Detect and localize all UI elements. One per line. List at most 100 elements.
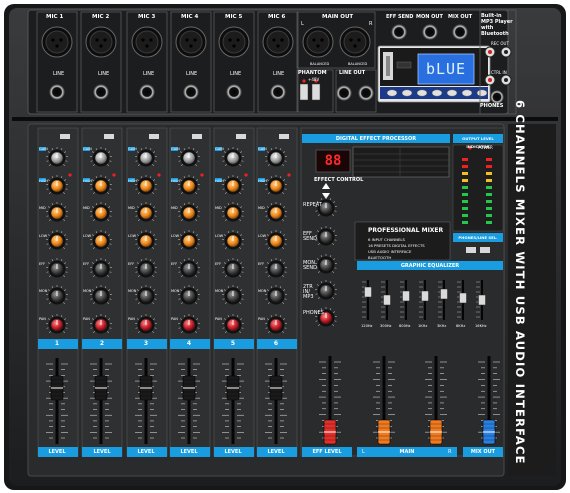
side-title: 6 CHANNELS MIXER WITH USB AUDIO INTERFAC… <box>513 100 527 465</box>
meter-l-led-3 <box>462 172 468 175</box>
main-out-l-xlr[interactable] <box>306 30 330 54</box>
effect-knob-label-mon-send: MON SEND <box>303 260 317 271</box>
meter-l-led-8 <box>462 207 468 210</box>
meter-l-led-2 <box>462 165 468 168</box>
line-3-label: LINE <box>143 71 155 77</box>
channel-4-level-label: LEVEL <box>180 449 198 455</box>
channel-5-mute-button[interactable] <box>236 134 246 139</box>
channel-6-number: 6 <box>273 340 279 347</box>
mic-6-xlr-input[interactable] <box>266 30 290 54</box>
meter-r-led-8 <box>486 207 492 210</box>
phantom-switch-2[interactable] <box>311 83 321 101</box>
eq-slider-3[interactable] <box>402 290 410 302</box>
channel-5-level-label: LEVEL <box>224 449 242 455</box>
channel-3-level-label: LEVEL <box>137 449 155 455</box>
channel-1-mute-button[interactable] <box>60 134 70 139</box>
meter-r-led-10 <box>486 221 492 224</box>
mix-out-jack[interactable] <box>452 24 468 40</box>
channel-1-eff-label: EFF <box>39 262 46 266</box>
main-out-r-label: R <box>369 21 373 27</box>
ctrl-in-label: CTRL IN <box>491 70 507 75</box>
line-3-jack-input[interactable] <box>139 84 155 100</box>
mic-1-xlr-input[interactable] <box>45 30 69 54</box>
channel-3-mute-button[interactable] <box>149 134 159 139</box>
channel-6-low-label: LOW <box>258 234 267 238</box>
channel-2-mon-label: MON <box>83 289 92 293</box>
channel-6-level-label: LEVEL <box>267 449 285 455</box>
eq-slider-7[interactable] <box>478 294 486 306</box>
effect-knob-label-eff-send: EFF SEND <box>303 231 317 242</box>
mp3-button-1[interactable] <box>386 89 398 97</box>
output-indicator-title: OUTPUT LEVEL INDICATOR <box>462 136 494 149</box>
channel-6-gain-label: GAIN <box>258 147 267 151</box>
mic-4-xlr-input[interactable] <box>179 30 203 54</box>
main-fader-r-label: R <box>448 449 452 455</box>
channel-3-mid-label: MID <box>128 206 135 210</box>
pro-feature-4: BLUETOOTH <box>368 255 392 260</box>
phones-jack-label: PHONES <box>480 103 504 109</box>
line-6-jack-input[interactable] <box>270 84 286 100</box>
balanced-l-label: BALANCED <box>310 62 330 66</box>
meter-l-led-1 <box>462 158 468 161</box>
effect-knob-label-2tr: 2TR IN/ MP3 <box>303 284 314 300</box>
phantom-switch-1[interactable] <box>299 83 309 101</box>
eq-slider-2[interactable] <box>383 294 391 306</box>
channel-5-clip-led <box>244 173 248 177</box>
line-5-jack-input[interactable] <box>226 84 242 100</box>
meter-l-led-4 <box>462 179 468 182</box>
channel-2-gain-label: GAIN <box>83 147 92 151</box>
phones-source-switch-1[interactable] <box>466 247 476 253</box>
mon-out-jack[interactable] <box>422 24 438 40</box>
phantom-led-1 <box>302 79 306 83</box>
line-1-jack-input[interactable] <box>49 84 65 100</box>
mic-2-xlr-input[interactable] <box>89 30 113 54</box>
channel-6-mute-button[interactable] <box>279 134 289 139</box>
eq-slider-6[interactable] <box>459 292 467 304</box>
eq-slider-5[interactable] <box>440 288 448 300</box>
mp3-button-7[interactable] <box>476 89 488 97</box>
line-out-r-jack[interactable] <box>358 85 374 101</box>
main-out-r-xlr[interactable] <box>343 30 367 54</box>
sd-card-slot[interactable] <box>396 61 412 69</box>
channel-4-high-label: HIGH <box>171 179 181 183</box>
channel-1-pan-label: PAN <box>39 317 46 321</box>
line-2-jack-input[interactable] <box>93 84 109 100</box>
eq-band-label-7: 16KHz <box>475 324 487 328</box>
line-6-label: LINE <box>273 71 285 77</box>
channel-2-mute-button[interactable] <box>104 134 114 139</box>
line-4-label: LINE <box>186 71 198 77</box>
mp3-button-3[interactable] <box>416 89 428 97</box>
line-4-jack-input[interactable] <box>183 84 199 100</box>
channel-2-clip-led <box>112 173 116 177</box>
mp3-button-2[interactable] <box>401 89 413 97</box>
pro-mixer-title: PROFESSIONAL MIXER <box>368 227 444 234</box>
channel-1-mon-label: MON <box>39 289 48 293</box>
channel-6-pan-label: PAN <box>258 317 265 321</box>
mp3-box-label: Built-in MP3 Player with Bluetooth <box>481 13 513 37</box>
eq-slider-1[interactable] <box>364 286 372 298</box>
meter-l-led-7 <box>462 200 468 203</box>
channel-3-number: 3 <box>143 340 149 347</box>
mp3-button-6[interactable] <box>461 89 473 97</box>
channel-2-eff-label: EFF <box>83 262 90 266</box>
eff-send-jack[interactable] <box>391 24 407 40</box>
channel-3-clip-led <box>157 173 161 177</box>
channel-5-gain-label: GAIN <box>215 147 224 151</box>
meter-r-led-6 <box>486 193 492 196</box>
phantom-label: PHANTOM <box>298 70 327 76</box>
channel-5-mon-label: MON <box>215 289 224 293</box>
phones-jack[interactable] <box>490 90 504 104</box>
channel-4-mute-button[interactable] <box>192 134 202 139</box>
channel-3-gain-label: GAIN <box>128 147 137 151</box>
mic-4-label: MIC 4 <box>181 14 199 20</box>
mp3-button-5[interactable] <box>446 89 458 97</box>
line-out-l-jack[interactable] <box>336 85 352 101</box>
eq-slider-4[interactable] <box>421 290 429 302</box>
mic-3-xlr-input[interactable] <box>135 30 159 54</box>
mic-5-xlr-input[interactable] <box>222 30 246 54</box>
mp3-button-4[interactable] <box>431 89 443 97</box>
phones-source-switch-2[interactable] <box>480 247 490 253</box>
mic-1-label: MIC 1 <box>46 14 64 20</box>
mix-out-fader-label: MIX OUT <box>470 449 496 455</box>
mic-2-label: MIC 2 <box>92 14 110 20</box>
